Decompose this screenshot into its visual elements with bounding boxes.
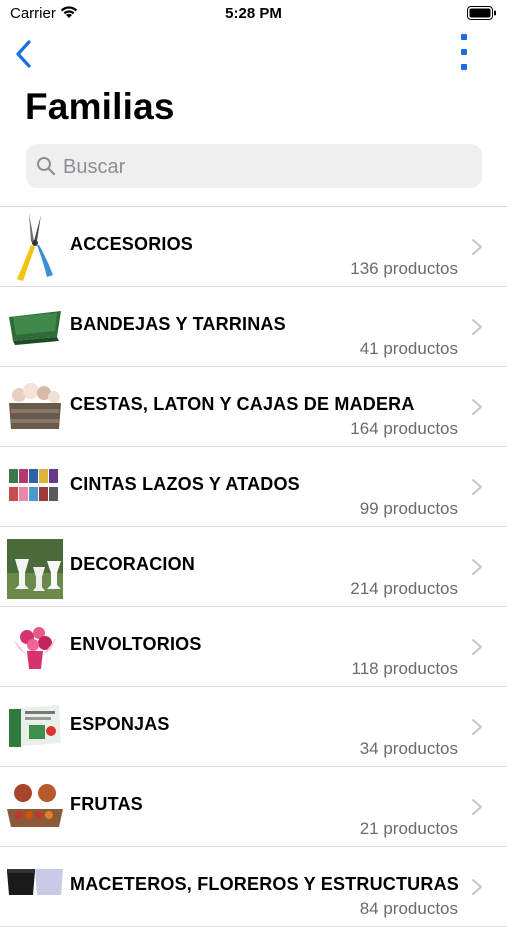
back-button[interactable]: [12, 38, 38, 70]
family-name: ACCESORIOS: [70, 234, 194, 254]
product-count: 84 productos: [359, 899, 458, 918]
family-name: BANDEJAS Y TARRINAS: [70, 314, 286, 334]
product-count: 41 productos: [359, 339, 458, 358]
product-count: 34 productos: [359, 739, 458, 758]
list-item[interactable]: FRUTAS 21 productos: [0, 767, 507, 847]
family-name: CESTAS, LATON Y CAJAS DE MADERA: [70, 394, 415, 414]
chevron-right-icon: [472, 639, 482, 655]
more-vertical-icon: [457, 34, 471, 70]
product-count: 136 productos: [350, 259, 458, 278]
search-input[interactable]: [61, 144, 475, 190]
chevron-right-icon: [472, 239, 482, 255]
page-title: Familias: [25, 86, 175, 127]
wooden-crate-flowers-image: [7, 379, 63, 435]
clock: 5:28 PM: [225, 5, 282, 22]
list-item[interactable]: CINTAS LAZOS Y ATADOS 99 productos: [0, 447, 507, 527]
pruning-shears-image: [7, 213, 63, 281]
search-icon: [36, 156, 56, 181]
family-name: FRUTAS: [70, 794, 143, 814]
chevron-right-icon: [472, 559, 482, 575]
fruit-tray-image: [7, 779, 63, 835]
garden-vases-image: [7, 539, 63, 599]
navigation-bar: [0, 28, 507, 84]
list-item[interactable]: ACCESORIOS 136 productos: [0, 207, 507, 287]
more-options-button[interactable]: [457, 34, 471, 74]
planter-pots-image: [7, 859, 63, 915]
family-name: ENVOLTORIOS: [70, 634, 202, 654]
chevron-left-icon: [16, 40, 31, 68]
battery-icon: [467, 6, 497, 20]
product-count: 118 productos: [351, 659, 458, 678]
product-count: 214 productos: [350, 579, 458, 598]
family-name: CINTAS LAZOS Y ATADOS: [70, 474, 300, 494]
product-count: 21 productos: [359, 819, 458, 838]
chevron-right-icon: [472, 879, 482, 895]
chevron-right-icon: [472, 399, 482, 415]
list-item[interactable]: BANDEJAS Y TARRINAS 41 productos: [0, 287, 507, 367]
list-item[interactable]: ESPONJAS 34 productos: [0, 687, 507, 767]
chevron-right-icon: [472, 319, 482, 335]
flower-bouquet-image: [7, 619, 63, 675]
status-bar: Carrier 5:28 PM: [0, 0, 507, 28]
product-count: 164 productos: [350, 419, 458, 438]
family-name: MACETEROS, FLOREROS Y ESTRUCTURAS: [70, 874, 459, 894]
list-item[interactable]: MACETEROS, FLOREROS Y ESTRUCTURAS 84 pro…: [0, 847, 507, 927]
ribbon-spools-image: [7, 459, 63, 515]
green-tray-image: [7, 299, 63, 355]
chevron-right-icon: [472, 799, 482, 815]
list-item[interactable]: CESTAS, LATON Y CAJAS DE MADERA 164 prod…: [0, 367, 507, 447]
search-bar[interactable]: [26, 144, 482, 190]
product-count: 99 productos: [359, 499, 458, 518]
family-name: DECORACION: [70, 554, 196, 574]
foam-box-image: [7, 699, 63, 755]
list-item[interactable]: DECORACION 214 productos: [0, 527, 507, 607]
chevron-right-icon: [472, 719, 482, 735]
family-name: ESPONJAS: [70, 714, 170, 734]
list-item[interactable]: ENVOLTORIOS 118 productos: [0, 607, 507, 687]
families-list: ACCESORIOS 136 productos BANDEJAS Y TARR…: [0, 206, 507, 927]
chevron-right-icon: [472, 479, 482, 495]
